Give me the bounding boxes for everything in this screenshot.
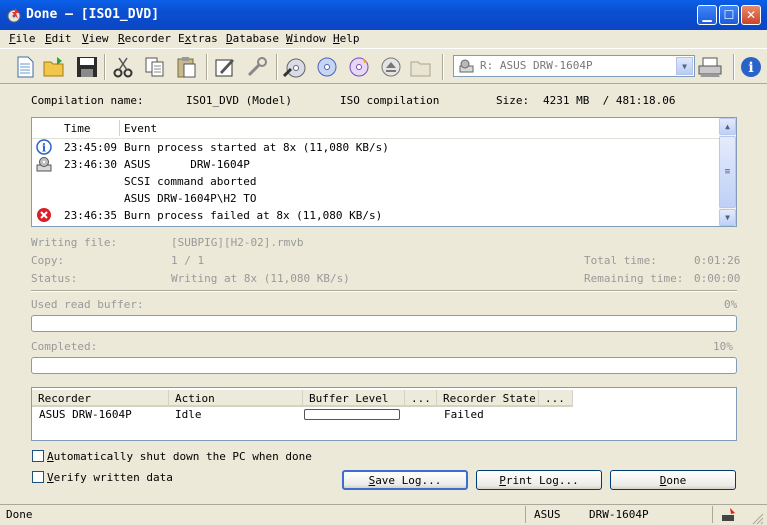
compile-icon[interactable] [212,54,238,80]
completed-progress-bar [31,357,737,374]
recorder-select[interactable]: R: ASUS DRW-1604P ▼ [453,55,695,77]
menu-view[interactable]: View [82,32,109,45]
total-time-value: 0:01:26 [694,254,741,267]
folder-icon[interactable] [408,54,434,80]
menu-edit[interactable]: Edit [45,32,72,45]
scroll-up-icon[interactable]: ▲ [719,118,736,135]
log-scrollbar[interactable]: ▲ ≡ ▼ [719,118,736,226]
log-row[interactable]: ASUS DRW-1604P\H2 TO [32,190,718,207]
buffer-value: 0% [724,298,738,311]
help-icon[interactable]: i [738,54,764,80]
menu-database[interactable]: Database [226,32,279,45]
open-icon[interactable] [42,54,68,80]
rec-col-buffer-more[interactable]: ... [405,390,437,407]
burn-icon[interactable] [282,54,308,80]
maximize-button[interactable]: ☐ [719,5,739,25]
status-label: Status: [31,272,78,285]
compilation-name-label: Compilation name: [31,94,144,107]
drive-icon [36,157,52,172]
app-icon [7,8,21,23]
remaining-time-value: 0:00:00 [694,272,741,285]
log-col-time[interactable]: Time [64,122,91,135]
compilation-type: ISO compilation [340,94,440,107]
log-row[interactable]: SCSI command aborted [32,173,718,190]
writing-file-value: [SUBPIG][H2-02].rmvb [171,236,304,249]
table-row[interactable]: ASUS DRW-1604P Idle Failed [32,407,736,424]
menu-bar: File Edit View Recorder Extras Database … [0,30,767,48]
menu-window[interactable]: Window [286,32,326,45]
log-header: Time Event [32,118,720,139]
svg-text:i: i [748,60,753,76]
status-value: Writing at 8x (11,080 KB/s) [171,272,350,285]
copy-label: Copy: [31,254,65,267]
title-bar[interactable]: Done – [ISO1_DVD] ▁ ☐ ✕ [0,0,767,30]
size-value: 4231 MB / 481:18.06 [543,94,676,107]
window-title: Done – [ISO1_DVD] [26,7,160,22]
done-button[interactable]: Done [610,470,736,490]
printer-icon[interactable] [697,54,723,80]
rec-col-action[interactable]: Action [169,390,303,407]
status-recorder-brand: ASUS [534,508,561,521]
scroll-thumb[interactable]: ≡ [719,136,736,208]
buffer-label: Used read buffer: [31,298,144,311]
toolbar: R: ASUS DRW-1604P ▼ i [0,48,767,84]
size-label: Size: [496,94,530,107]
completed-value: 10% [713,340,733,353]
menu-file[interactable]: File [9,32,36,45]
info-icon: i [36,139,52,155]
minimize-button[interactable]: ▁ [697,5,717,25]
resize-grip-icon[interactable] [750,511,764,525]
disc-info-icon[interactable] [346,54,372,80]
save-log-button[interactable]: Save Log... [342,470,468,490]
print-log-button[interactable]: Print Log... [476,470,602,490]
auto-shutdown-label[interactable]: Automatically shut down the PC when done [47,450,312,463]
recorder-select-value: R: ASUS DRW-1604P [480,59,593,72]
compilation-name-value: ISO1_DVD (Model) [186,94,292,107]
copy-icon[interactable] [142,54,168,80]
log-row[interactable]: 23:46:30 ASUS DRW-1604P [32,156,718,173]
log-col-event[interactable]: Event [124,122,157,135]
svg-text:i: i [42,142,46,155]
total-time-label: Total time: [584,254,657,267]
divider [31,290,737,292]
disc-copy-icon[interactable] [314,54,340,80]
completed-label: Completed: [31,340,98,353]
verify-checkbox[interactable] [32,471,44,483]
status-recorder-model: DRW-1604P [589,508,649,521]
drive-icon [459,59,474,73]
recorder-table[interactable]: Recorder Action Buffer Level ... Recorde… [31,387,737,441]
menu-extras[interactable]: Extras [178,32,218,45]
verify-label[interactable]: Verify written data [47,471,173,484]
rec-col-state[interactable]: Recorder State [437,390,539,407]
menu-help[interactable]: Help [333,32,360,45]
buffer-level-bar [304,409,400,420]
buffer-progress-bar [31,315,737,332]
tools-icon[interactable] [244,54,270,80]
chevron-down-icon[interactable]: ▼ [676,57,693,75]
rec-col-recorder[interactable]: Recorder [32,390,169,407]
cut-icon[interactable] [110,54,136,80]
eject-icon[interactable] [378,54,404,80]
rec-col-buffer[interactable]: Buffer Level [303,390,405,407]
status-text: Done [6,508,33,521]
paste-icon[interactable] [174,54,200,80]
copy-value: 1 / 1 [171,254,205,267]
status-bar: Done ASUS DRW-1604P [0,504,767,525]
auto-shutdown-checkbox[interactable] [32,450,44,462]
new-icon[interactable] [12,54,38,80]
close-button[interactable]: ✕ [741,5,761,25]
completed-progress-fill [32,358,102,373]
remaining-time-label: Remaining time: [584,272,684,285]
menu-recorder[interactable]: Recorder [118,32,171,45]
save-icon[interactable] [74,54,100,80]
log-row[interactable]: 23:46:35 Burn process failed at 8x (11,0… [32,207,718,224]
scroll-down-icon[interactable]: ▼ [719,209,736,226]
rec-col-state-more[interactable]: ... [539,390,573,407]
log-row[interactable]: i 23:45:09 Burn process started at 8x (1… [32,139,718,156]
error-icon [37,208,51,222]
event-log-list[interactable]: Time Event i 23:45:09 Burn process start… [31,117,737,227]
recorder-status-icon [722,508,735,521]
writing-file-label: Writing file: [31,236,118,249]
